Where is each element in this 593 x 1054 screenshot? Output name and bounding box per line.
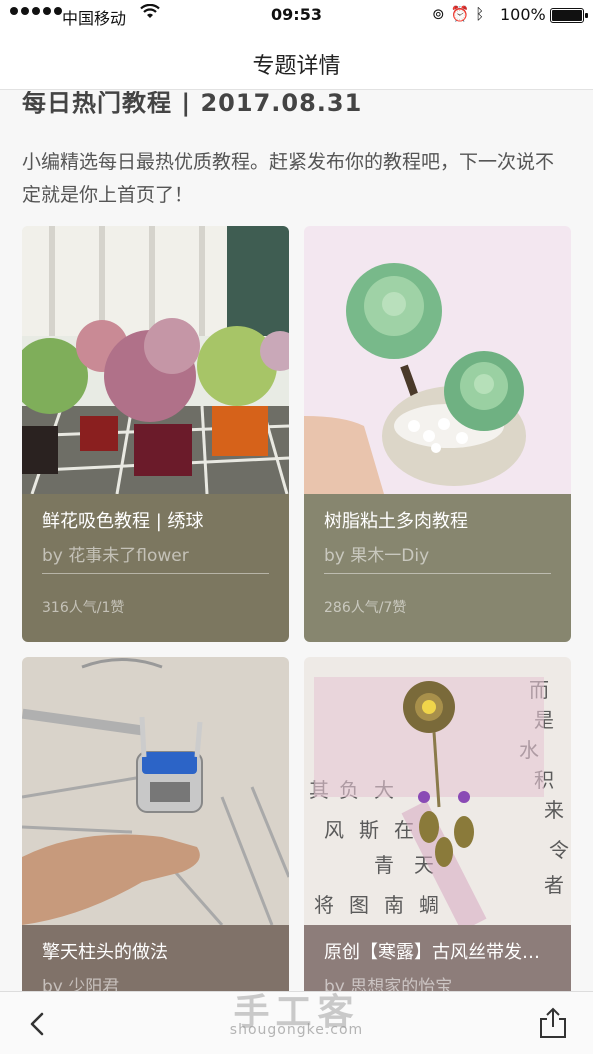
svg-text:南: 南 [384,893,404,917]
rotation-lock-icon: ⊚ [432,5,451,23]
watermark-url: shougongke.com [229,1022,364,1038]
status-icons: ⊚⏰ᛒ [432,5,490,23]
watermark: 手工客 shougongke.com [0,983,593,1038]
card-title: 原创【寒露】古风丝带发簪教程 [324,942,554,963]
tutorial-card[interactable]: 而是水积来令者 其负大风斯在 青天将图南蜩 原创【寒露】古风丝带发簪教程 by … [304,657,571,991]
card-info: 原创【寒露】古风丝带发簪教程 by 思想家的怡宝 [304,925,571,991]
status-bar: 中国移动 09:53 ⊚⏰ᛒ 100% [0,0,593,30]
card-title: 树脂粘土多肉教程 [324,511,468,532]
svg-text:图: 图 [349,893,369,917]
card-title: 擎天柱头的做法 [42,942,168,963]
svg-text:将: 将 [314,893,334,917]
svg-text:者: 者 [544,873,564,897]
card-divider [324,573,551,574]
card-divider [42,573,269,574]
nav-bar: 专题详情 [0,30,593,90]
tutorial-photo-hydrangea [22,226,289,494]
card-info: 擎天柱头的做法 by 少阳君 [22,925,289,991]
svg-text:斯: 斯 [359,818,379,842]
card-info: 鲜花吸色教程 | 绣球 by 花事未了flower 316人气/1赞 [22,494,289,642]
topic-description: 小编精选每日最热优质教程。赶紧发布你的教程吧，下一次说不定就是你上首页了！ [22,151,555,206]
card-title: 鲜花吸色教程 | 绣球 [42,511,204,532]
tutorial-photo-succulent [304,226,571,494]
tutorial-card[interactable]: 擎天柱头的做法 by 少阳君 [22,657,289,991]
card-info: 树脂粘土多肉教程 by 果木一Diy 286人气/7赞 [304,494,571,642]
card-stats: 316人气/1赞 [42,600,125,616]
tutorial-photo-wire-ring [22,657,289,925]
svg-text:令: 令 [549,838,569,862]
card-stats: 286人气/7赞 [324,600,407,616]
tutorial-card[interactable]: 树脂粘土多肉教程 by 果木一Diy 286人气/7赞 [304,226,571,642]
svg-text:风: 风 [324,818,344,842]
topic-title: 每日热门教程 | 2017.08.31 [22,91,363,117]
battery-percent: 100% [500,5,546,24]
card-author: by 花事未了flower [42,546,189,566]
tutorial-card[interactable]: 鲜花吸色教程 | 绣球 by 花事未了flower 316人气/1赞 [22,226,289,642]
svg-text:来: 来 [544,798,564,822]
topic-content[interactable]: 每日热门教程 | 2017.08.31 小编精选每日最热优质教程。赶紧发布你的教… [0,91,593,991]
page-title: 专题详情 [252,54,341,79]
svg-text:青: 青 [374,853,394,877]
bluetooth-icon: ᛒ [475,5,491,23]
battery-icon [550,8,588,23]
svg-text:蜩: 蜩 [419,893,439,917]
tutorial-photo-hairpin: 而是水积来令者 其负大风斯在 青天将图南蜩 [304,657,571,925]
alarm-icon: ⏰ [450,5,476,23]
card-author: by 果木一Diy [324,546,430,566]
